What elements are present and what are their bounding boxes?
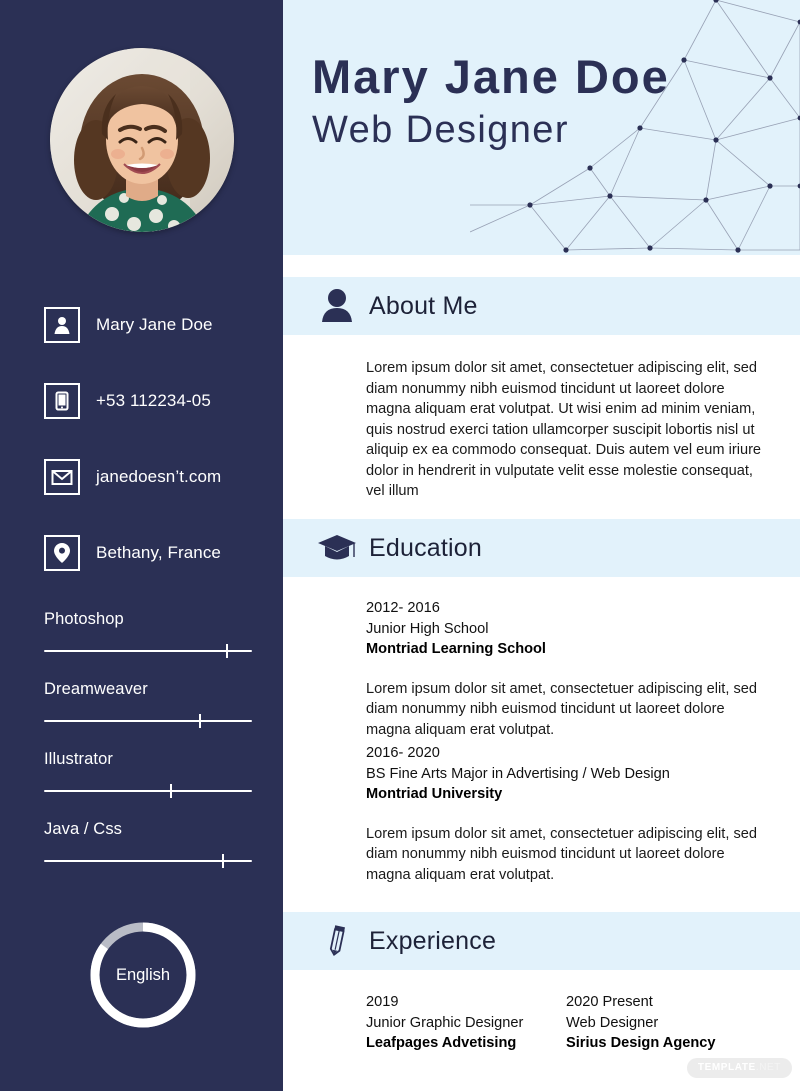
section-title-about: About Me [369, 292, 478, 321]
person-icon [317, 289, 357, 323]
education-entry-2: 2016- 2020 BS Fine Arts Major in Adverti… [366, 743, 766, 885]
education-role: Junior High School [366, 619, 766, 640]
experience-role: Junior Graphic Designer [366, 1013, 566, 1034]
contact-email-text: janedoesn’t.com [96, 467, 221, 487]
skill-label: Photoshop [44, 610, 252, 629]
header-banner: Mary Jane Doe Web Designer [283, 0, 800, 255]
language-progress-ring: English [86, 918, 200, 1032]
experience-entry-2: 2020 Present Web Designer Sirius Design … [566, 992, 766, 1054]
skill-item: Java / Css [44, 820, 252, 868]
skill-label: Illustrator [44, 750, 252, 769]
contact-item-phone: +53 112234-05 [44, 374, 274, 428]
portrait-photo-illustration [50, 48, 234, 232]
skills-list: Photoshop Dreamweaver Illustrator [44, 610, 252, 890]
skill-track-bar [44, 860, 252, 862]
experience-date: 2020 Present [566, 992, 766, 1013]
watermark-strong: TEMPLATE [698, 1062, 756, 1073]
section-title-experience: Experience [369, 927, 496, 956]
experience-entry-1: 2019 Junior Graphic Designer Leafpages A… [366, 992, 566, 1054]
header-text-block: Mary Jane Doe Web Designer [312, 52, 670, 153]
pencil-icon [317, 924, 357, 958]
experience-date: 2019 [366, 992, 566, 1013]
skill-track-bar [44, 720, 252, 722]
phone-icon [44, 383, 80, 419]
skill-label: Dreamweaver [44, 680, 252, 699]
about-body: Lorem ipsum dolor sit amet, consectetuer… [366, 358, 766, 502]
location-pin-icon [44, 535, 80, 571]
education-organization: Montriad Learning School [366, 639, 766, 660]
skill-item: Illustrator [44, 750, 252, 798]
education-role: BS Fine Arts Major in Advertising / Web … [366, 764, 766, 785]
skill-item: Photoshop [44, 610, 252, 658]
skill-slider[interactable] [44, 784, 252, 798]
about-paragraph: Lorem ipsum dolor sit amet, consectetuer… [366, 358, 766, 502]
education-date: 2016- 2020 [366, 743, 766, 764]
section-header-about: About Me [283, 277, 800, 335]
education-description: Lorem ipsum dolor sit amet, consectetuer… [366, 679, 766, 741]
skill-slider-knob[interactable] [222, 854, 224, 868]
skill-slider-knob[interactable] [199, 714, 201, 728]
skill-label: Java / Css [44, 820, 252, 839]
skill-slider-knob[interactable] [170, 784, 172, 798]
section-header-experience: Experience [283, 912, 800, 970]
contact-location-text: Bethany, France [96, 543, 221, 563]
experience-organization: Leafpages Advetising [366, 1033, 566, 1054]
avatar [50, 48, 234, 232]
person-icon [44, 307, 80, 343]
job-title: Web Designer [312, 109, 670, 153]
education-description: Lorem ipsum dolor sit amet, consectetuer… [366, 824, 766, 886]
experience-role: Web Designer [566, 1013, 766, 1034]
graduation-cap-icon [317, 533, 357, 563]
education-date: 2012- 2016 [366, 598, 766, 619]
skill-slider[interactable] [44, 644, 252, 658]
section-header-education: Education [283, 519, 800, 577]
skill-slider[interactable] [44, 854, 252, 868]
skill-item: Dreamweaver [44, 680, 252, 728]
skill-slider-knob[interactable] [226, 644, 228, 658]
page-title: Mary Jane Doe [312, 52, 670, 101]
contact-item-location: Bethany, France [44, 526, 274, 580]
contact-list: Mary Jane Doe +53 112234-05 [44, 298, 274, 602]
skill-track-bar [44, 650, 252, 652]
resume-document: Mary Jane Doe +53 112234-05 [0, 0, 800, 1091]
contact-name-text: Mary Jane Doe [96, 315, 213, 335]
watermark: TEMPLATE.NET [687, 1058, 792, 1078]
contact-item-name: Mary Jane Doe [44, 298, 274, 352]
envelope-icon [44, 459, 80, 495]
watermark-dim: .NET [756, 1062, 781, 1073]
contact-phone-text: +53 112234-05 [96, 391, 211, 411]
skill-slider[interactable] [44, 714, 252, 728]
contact-item-email: janedoesn’t.com [44, 450, 274, 504]
experience-organization: Sirius Design Agency [566, 1033, 766, 1054]
language-label: English [86, 918, 200, 1032]
skill-track-bar [44, 790, 252, 792]
education-entry-1: 2012- 2016 Junior High School Montriad L… [366, 598, 766, 740]
section-title-education: Education [369, 534, 482, 563]
sidebar: Mary Jane Doe +53 112234-05 [0, 0, 283, 1091]
education-organization: Montriad University [366, 784, 766, 805]
experience-body: 2019 Junior Graphic Designer Leafpages A… [366, 992, 766, 1054]
